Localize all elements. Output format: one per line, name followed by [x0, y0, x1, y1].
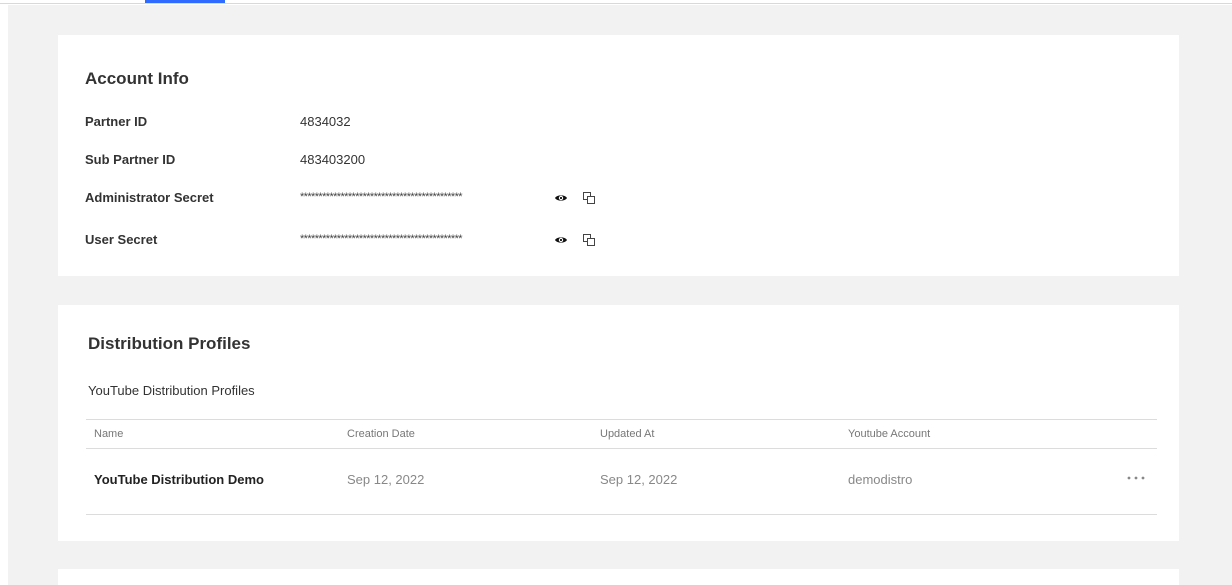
- active-tab-indicator: [145, 0, 225, 3]
- distribution-profiles-card: Distribution Profiles YouTube Distributi…: [58, 305, 1179, 541]
- column-header-name[interactable]: Name: [94, 428, 123, 440]
- top-tab-bar: [0, 0, 1232, 4]
- more-horizontal-icon[interactable]: [1125, 472, 1147, 484]
- next-section-card: [58, 569, 1179, 585]
- eye-icon[interactable]: [554, 233, 568, 247]
- copy-icon[interactable]: [582, 233, 596, 247]
- sub-partner-id-label: Sub Partner ID: [85, 152, 176, 167]
- column-header-updated-at[interactable]: Updated At: [600, 428, 654, 440]
- youtube-account: demodistro: [848, 472, 913, 487]
- user-secret-label: User Secret: [85, 232, 158, 247]
- column-header-creation-date[interactable]: Creation Date: [347, 428, 415, 440]
- table-header: Name Creation Date Updated At Youtube Ac…: [86, 419, 1157, 449]
- table-row[interactable]: YouTube Distribution Demo Sep 12, 2022 S…: [86, 449, 1157, 515]
- user-secret-value: ****************************************…: [300, 233, 463, 245]
- account-info-card: Account Info Partner ID 4834032 Sub Part…: [58, 35, 1179, 276]
- distribution-profiles-table: Name Creation Date Updated At Youtube Ac…: [86, 419, 1157, 515]
- youtube-distribution-profiles-subtitle: YouTube Distribution Profiles: [88, 383, 255, 398]
- partner-id-value: 4834032: [300, 114, 351, 129]
- copy-icon[interactable]: [582, 191, 596, 205]
- partner-id-label: Partner ID: [85, 114, 148, 129]
- creation-date: Sep 12, 2022: [347, 472, 425, 487]
- eye-icon[interactable]: [554, 191, 568, 205]
- account-info-title: Account Info: [85, 69, 189, 88]
- column-header-youtube-account[interactable]: Youtube Account: [848, 428, 930, 440]
- distribution-profiles-title: Distribution Profiles: [88, 334, 251, 353]
- sub-partner-id-value: 483403200: [300, 152, 366, 167]
- administrator-secret-value: ****************************************…: [300, 191, 463, 203]
- updated-at: Sep 12, 2022: [600, 472, 678, 487]
- administrator-secret-label: Administrator Secret: [85, 190, 214, 205]
- profile-name[interactable]: YouTube Distribution Demo: [94, 472, 264, 487]
- main-content: Account Info Partner ID 4834032 Sub Part…: [8, 5, 1232, 585]
